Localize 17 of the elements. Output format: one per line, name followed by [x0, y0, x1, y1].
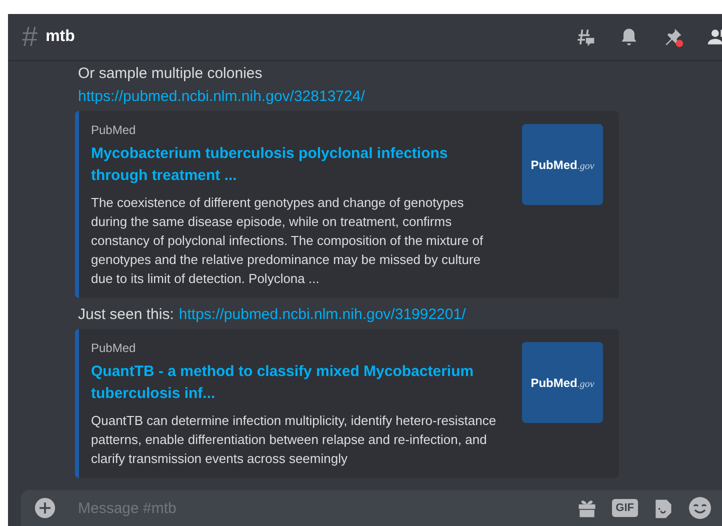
embed-title-link[interactable]: QuantTB - a method to classify mixed Mycobacterium tuberculosis inf... [91, 361, 502, 405]
embed-description: The coexistence of different genotypes and change of genotypes during the same disease episode, while on treatment, confirms constancy of polyclonal infections. The composition of the mixture of genotypes and the relative predominance may be missed by culture due to its limit of detection. Polyclona ... [91, 194, 484, 288]
embed-title-link[interactable]: Mycobacterium tuberculosis polyclonal infections through treatment ... [91, 143, 502, 187]
message-text: Just seen this: [78, 305, 174, 324]
message-link[interactable]: https://pubmed.ncbi.nlm.nih.gov/31992201/ [178, 305, 466, 324]
channel-hash-icon: # [22, 23, 38, 51]
embed-description: QuantTB can determine infection multiplicity, identify hetero-resistance patterns, enable differentiation between relapse and re-infection, and clarify transmission events across seemingly [91, 412, 498, 468]
add-attachment-icon[interactable] [34, 497, 56, 519]
logo-text: PubMed.gov [530, 376, 594, 390]
message-text: Or sample multiple colonies [78, 64, 262, 83]
channel-name: mtb [46, 28, 75, 46]
logo-text: PubMed.gov [530, 158, 594, 172]
emoji-icon[interactable] [688, 496, 712, 520]
embed-provider: PubMed [91, 341, 137, 355]
gif-button[interactable]: GIF [612, 499, 638, 517]
message-link[interactable]: https://pubmed.ncbi.nlm.nih.gov/32813724/ [78, 87, 365, 106]
embed-provider: PubMed [91, 123, 137, 137]
